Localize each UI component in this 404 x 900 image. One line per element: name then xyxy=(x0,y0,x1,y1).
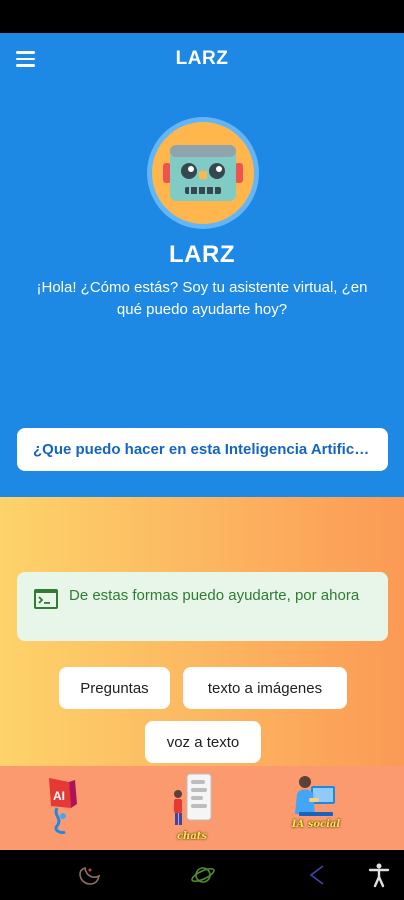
app-title: LARZ xyxy=(175,48,229,69)
robot-icon xyxy=(163,145,243,201)
svg-text:AI: AI xyxy=(53,789,65,803)
avatar xyxy=(147,117,259,229)
nav-item-chats[interactable]: chats xyxy=(157,772,227,844)
ia-social-figure-icon xyxy=(295,776,335,816)
capabilities-button-label: ¿Que puedo hacer en esta Inteligencia Ar… xyxy=(33,441,372,458)
system-nav-bar xyxy=(0,850,404,900)
capabilities-button[interactable]: ¿Que puedo hacer en esta Inteligencia Ar… xyxy=(17,428,388,471)
ai-figure-icon: AI xyxy=(49,778,77,834)
nav-item-ai[interactable]: AI xyxy=(28,772,98,844)
info-banner: De estas formas puedo ayudarte, por ahor… xyxy=(17,572,388,641)
info-text: De estas formas puedo ayudarte, por ahor… xyxy=(69,587,360,604)
chats-figure-icon xyxy=(174,773,212,825)
share-icon[interactable] xyxy=(304,862,330,888)
nav-caption-chats: chats xyxy=(176,831,208,842)
bot-greeting: ¡Hola! ¿Cómo estás? Soy tu asistente vir… xyxy=(36,279,368,318)
terminal-icon xyxy=(34,589,58,609)
bot-name: LARZ xyxy=(169,241,235,268)
nav-item-ia-social[interactable]: IA social xyxy=(281,772,351,844)
app-bar: LARZ xyxy=(0,33,404,85)
nav-caption-ia-social: IA social xyxy=(291,819,341,830)
hero-section: LARZ ¡Hola! ¿Cómo estás? Soy tu asistent… xyxy=(0,85,404,497)
options-section: De estas formas puedo ayudarte, por ahor… xyxy=(0,497,404,766)
accessibility-icon[interactable] xyxy=(366,862,392,888)
menu-icon[interactable] xyxy=(16,47,44,71)
chip-voz-a-texto[interactable]: voz a texto xyxy=(145,721,261,763)
chip-preguntas[interactable]: Preguntas xyxy=(59,667,170,709)
status-bar xyxy=(0,0,404,33)
planet-icon[interactable] xyxy=(190,862,216,888)
moon-icon[interactable] xyxy=(76,862,102,888)
chip-texto-a-imagenes[interactable]: texto a imágenes xyxy=(183,667,347,709)
bottom-nav: AI chats IA social xyxy=(0,766,404,850)
